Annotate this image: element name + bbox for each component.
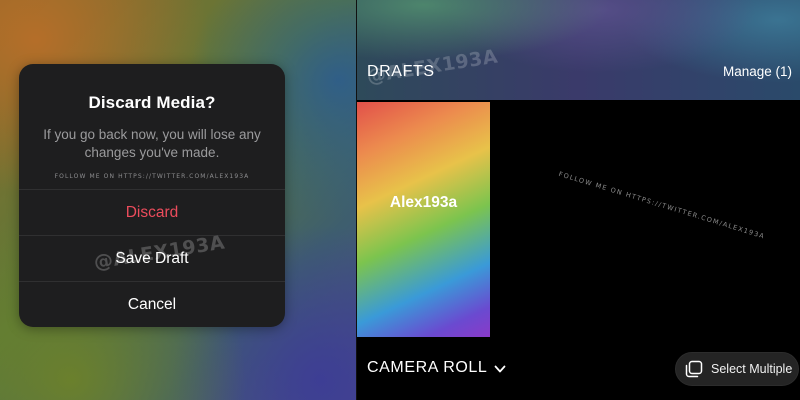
manage-button[interactable]: Manage (1) <box>723 64 792 79</box>
dialog-message: If you go back now, you will lose any ch… <box>43 127 261 160</box>
discard-media-dialog: Discard Media? If you go back now, you w… <box>19 64 285 327</box>
draft-thumbnail[interactable]: Alex193a <box>357 102 490 337</box>
select-multiple-label: Select Multiple <box>711 362 793 376</box>
drafts-title: DRAFTS <box>367 63 435 80</box>
draft-label: Alex193a <box>389 194 458 211</box>
save-draft-button[interactable]: Save Draft <box>19 235 285 281</box>
discard-button[interactable]: Discard <box>19 189 285 235</box>
right-panel: DRAFTS Manage (1) Alex193a FOLLOW ME ON … <box>357 0 800 400</box>
credit-text-diagonal: FOLLOW ME ON HTTPS://TWITTER.COM/ALEX193… <box>557 170 767 241</box>
chevron-down-icon <box>494 362 506 374</box>
camera-roll-dropdown[interactable]: CAMERA ROLL <box>367 359 506 377</box>
dialog-credit-text: FOLLOW ME ON HTTPS://TWITTER.COM/ALEX193… <box>54 173 250 180</box>
dialog-title: Discard Media? <box>88 93 216 112</box>
stacked-squares-icon <box>685 360 703 378</box>
left-panel: Discard Media? If you go back now, you w… <box>0 0 356 400</box>
cancel-button[interactable]: Cancel <box>19 281 285 327</box>
drafts-header: DRAFTS Manage (1) <box>357 0 800 100</box>
select-multiple-button[interactable]: Select Multiple <box>675 352 799 386</box>
camera-roll-label: CAMERA ROLL <box>367 359 488 376</box>
dialog-header: Discard Media? If you go back now, you w… <box>19 64 285 189</box>
